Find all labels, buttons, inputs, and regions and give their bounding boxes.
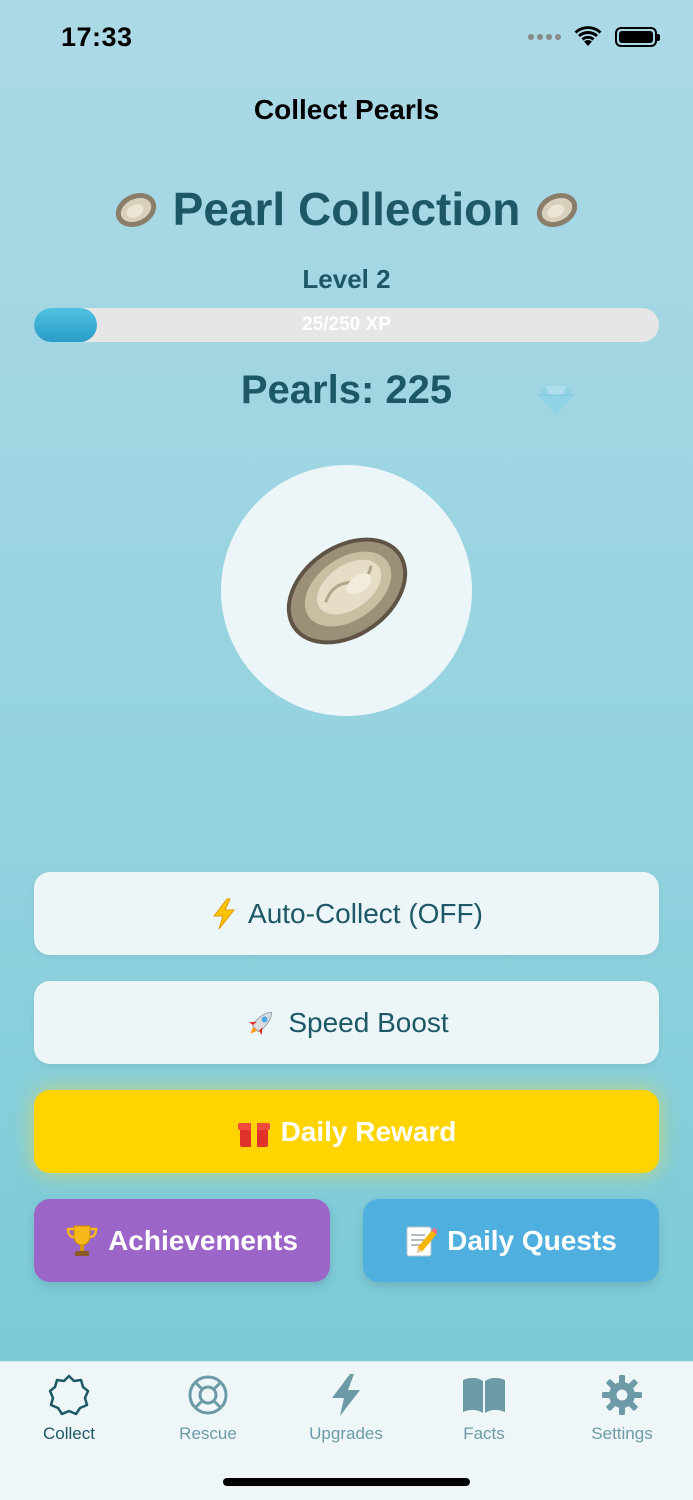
tab-facts[interactable]: Facts xyxy=(415,1372,553,1452)
collection-heading: Pearl Collection xyxy=(0,182,693,236)
level-label: Level 2 xyxy=(302,264,391,294)
page-title: Collect Pearls xyxy=(253,94,440,125)
tab-label: Collect xyxy=(43,1424,95,1443)
status-icons xyxy=(528,26,660,48)
daily-quests-label: Daily Quests xyxy=(447,1224,617,1256)
book-icon xyxy=(461,1372,507,1418)
oyster-tap-button[interactable] xyxy=(221,465,472,716)
rocket-icon xyxy=(249,1011,273,1035)
gift-icon xyxy=(237,1117,270,1147)
auto-collect-label: Auto-Collect (OFF) xyxy=(248,897,483,929)
daily-quests-button[interactable]: Daily Quests xyxy=(363,1199,659,1282)
lightning-icon xyxy=(213,898,236,929)
tab-label: Rescue xyxy=(179,1424,237,1443)
achievements-button[interactable]: Achievements xyxy=(34,1199,330,1282)
oyster-icon xyxy=(115,192,156,228)
tab-label: Upgrades xyxy=(309,1424,383,1443)
collection-title: Pearl Collection xyxy=(172,183,521,235)
battery-icon xyxy=(615,27,660,47)
xp-progress-bar: 25/250 XP xyxy=(34,308,659,342)
achievements-label: Achievements xyxy=(108,1224,298,1256)
speed-boost-label: Speed Boost xyxy=(288,1006,449,1038)
daily-reward-label: Daily Reward xyxy=(280,1115,457,1147)
tab-upgrades[interactable]: Upgrades xyxy=(277,1372,415,1452)
gem-icon xyxy=(538,386,574,415)
oyster-icon xyxy=(537,192,578,228)
home-indicator[interactable] xyxy=(223,1478,470,1486)
gear-icon xyxy=(599,1372,645,1418)
tab-rescue[interactable]: Rescue xyxy=(139,1372,277,1452)
bolt-icon xyxy=(323,1372,369,1418)
tab-settings[interactable]: Settings xyxy=(553,1372,691,1452)
memo-icon xyxy=(406,1226,438,1256)
daily-reward-button[interactable]: Daily Reward xyxy=(34,1090,659,1173)
tab-label: Settings xyxy=(591,1424,653,1443)
signal-dots-icon xyxy=(528,34,561,40)
lifebuoy-icon xyxy=(185,1372,231,1418)
status-time: 17:33 xyxy=(61,22,133,52)
tab-collect[interactable]: Collect xyxy=(0,1372,138,1452)
wifi-icon xyxy=(574,26,602,46)
pearl-count: Pearls: 225 xyxy=(240,368,453,412)
xp-text: 25/250 XP xyxy=(302,314,391,335)
trophy-icon xyxy=(66,1225,98,1256)
tab-label: Facts xyxy=(463,1424,505,1443)
shell-outline-icon xyxy=(46,1372,92,1418)
status-bar: 17:33 xyxy=(0,0,693,80)
oyster-icon xyxy=(286,537,407,644)
auto-collect-button[interactable]: Auto-Collect (OFF) xyxy=(34,872,659,955)
speed-boost-button[interactable]: Speed Boost xyxy=(34,981,659,1064)
